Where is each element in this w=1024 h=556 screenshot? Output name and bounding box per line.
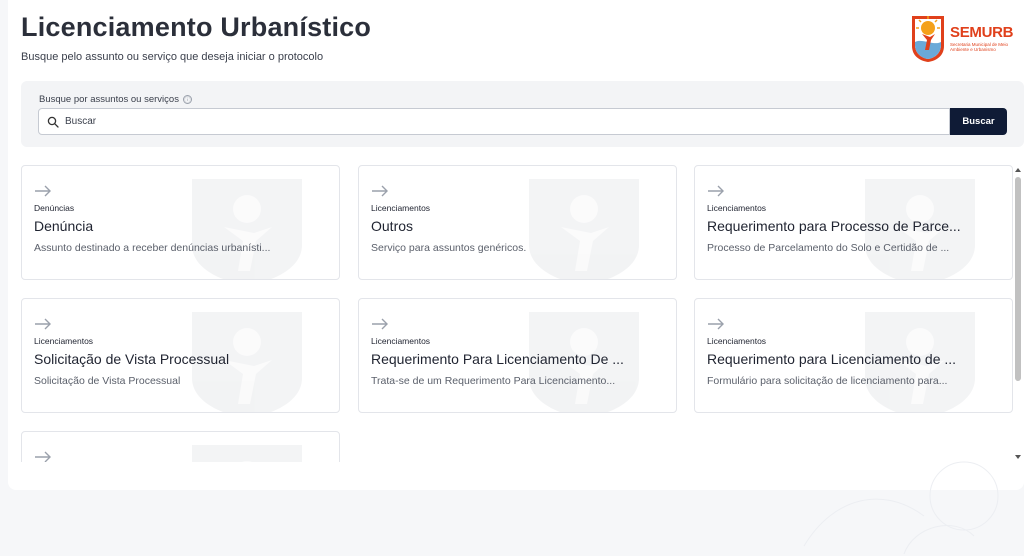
card-title: Requerimento para Licenciamento de ...: [707, 351, 957, 367]
card-title: Denúncia: [34, 218, 94, 234]
arrow-right-icon: [372, 318, 388, 330]
service-card[interactable]: Licenciamentos Outros Serviço para assunto…: [358, 165, 677, 280]
service-card[interactable]: Licenciamentos Requerimento para Licencia…: [694, 298, 1013, 413]
arrow-right-icon: [35, 451, 51, 462]
page-title: Licenciamento Urbanístico: [21, 12, 372, 42]
logo-name: SEMURB: [950, 24, 1014, 41]
semurb-logo[interactable]: SEMURB Secretaria Municipal de Meio Ambi…: [910, 12, 1022, 64]
card-description: Solicitação de Vista Processual: [34, 375, 181, 387]
scroll-down-arrow-icon[interactable]: [1015, 455, 1021, 459]
arrow-right-icon: [708, 185, 724, 197]
card-category: Licenciamentos: [707, 203, 767, 213]
card-description: Processo de Parcelamento do Solo e Certi…: [707, 242, 950, 254]
arrow-right-icon: [35, 185, 51, 197]
card-description: Serviço para assuntos genéricos.: [371, 242, 527, 254]
card-description: Assunto destinado a receber denúncias ur…: [34, 242, 271, 254]
scroll-thumb[interactable]: [1015, 177, 1021, 381]
card-category: Licenciamentos: [371, 336, 431, 346]
card-watermark-icon: [192, 445, 302, 462]
search-icon: [47, 116, 59, 128]
card-title: Requerimento para Processo de Parce...: [707, 218, 961, 234]
scroll-up-arrow-icon[interactable]: [1015, 168, 1021, 172]
search-label-text: Busque por assuntos ou serviços: [39, 94, 179, 105]
card-description: Formulário para solicitação de licenciam…: [707, 375, 948, 387]
info-icon[interactable]: ⓘ: [182, 95, 192, 104]
logo-subtitle: Secretaria Municipal de Meio Ambiente e …: [950, 42, 1009, 52]
search-button[interactable]: Buscar: [950, 108, 1007, 135]
card-title: Outros: [371, 218, 414, 234]
search-input[interactable]: [65, 116, 949, 127]
search-field[interactable]: [38, 108, 950, 135]
service-card[interactable]: [21, 431, 340, 462]
card-category: Licenciamentos: [34, 336, 94, 346]
card-title: Requerimento Para Licenciamento De ...: [371, 351, 624, 367]
card-description: Trata-se de um Requerimento Para Licenci…: [371, 375, 616, 387]
arrow-right-icon: [35, 318, 51, 330]
service-card[interactable]: Licenciamentos Solicitação de Vista Proce…: [21, 298, 340, 413]
card-category: Denúncias: [34, 203, 75, 213]
search-label: Busque por assuntos ou serviços ⓘ: [39, 94, 192, 105]
card-title: Solicitação de Vista Processual: [34, 351, 230, 367]
card-category: Licenciamentos: [707, 336, 767, 346]
search-panel: Busque por assuntos ou serviços ⓘ Buscar: [21, 81, 1024, 147]
card-category: Licenciamentos: [371, 203, 431, 213]
arrow-right-icon: [708, 318, 724, 330]
service-card[interactable]: Denúncias Denúncia Assunto destinado a rec…: [21, 165, 340, 280]
page-subtitle: Busque pelo assunto ou serviço que desej…: [21, 51, 324, 63]
service-card[interactable]: Licenciamentos Requerimento Para Licencia…: [358, 298, 677, 413]
arrow-right-icon: [372, 185, 388, 197]
service-grid: Denúncias Denúncia Assunto destinado a rec…: [21, 165, 1013, 462]
semurb-emblem-icon: [912, 16, 944, 62]
scrollbar[interactable]: [1014, 165, 1022, 462]
service-card[interactable]: Licenciamentos Requerimento para Processo…: [694, 165, 1013, 280]
